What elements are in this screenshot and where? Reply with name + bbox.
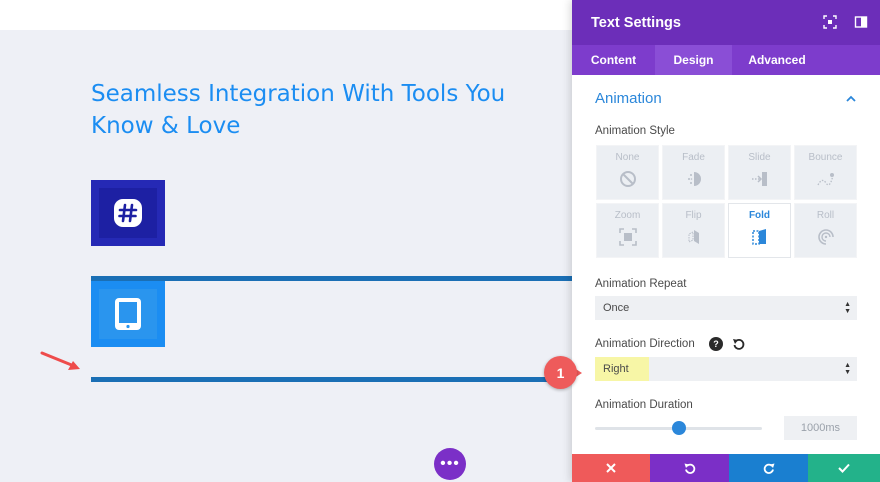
divider-bottom — [91, 377, 571, 382]
style-zoom-tile[interactable]: Zoom — [596, 203, 659, 258]
style-fade-tile[interactable]: Fade — [662, 145, 725, 200]
bounce-icon — [816, 173, 834, 186]
animation-repeat-label: Animation Repeat — [595, 278, 687, 290]
panel-header: Text Settings — [572, 0, 880, 45]
slack-icon — [114, 199, 142, 227]
panel-tabs: Content Design Advanced — [572, 45, 880, 75]
more-options-button[interactable]: ••• — [434, 448, 466, 480]
slack-blurb-icon-box[interactable] — [91, 180, 165, 246]
style-fold-label: Fold — [748, 210, 771, 221]
chevron-up-icon[interactable] — [846, 95, 856, 102]
undo-button[interactable] — [650, 454, 729, 482]
panel-body: Animation Animation Style None Fade Slid… — [572, 75, 880, 454]
style-flip-label: Flip — [685, 210, 702, 221]
style-bounce-label: Bounce — [808, 152, 843, 163]
tablet-blurb-inner — [99, 289, 157, 339]
style-zoom-label: Zoom — [614, 210, 641, 221]
discard-button[interactable] — [572, 454, 650, 482]
none-icon — [619, 171, 636, 187]
save-button[interactable] — [808, 454, 880, 482]
style-none-tile[interactable]: None — [596, 145, 659, 200]
callout-badge: 1 — [544, 356, 577, 389]
animation-repeat-value: Once — [603, 302, 630, 314]
text-settings-panel: Text Settings Content Design Advanced An… — [572, 0, 880, 482]
fade-icon — [687, 172, 701, 186]
style-roll-label: Roll — [816, 210, 835, 221]
tablet-icon — [115, 298, 141, 330]
animation-duration-label: Animation Duration — [595, 399, 693, 411]
pointer-arrow-icon — [40, 351, 80, 370]
zoom-icon — [618, 228, 637, 246]
style-slide-label: Slide — [748, 152, 771, 163]
panel-footer — [572, 454, 880, 482]
reset-icon[interactable] — [732, 337, 746, 351]
duration-slider-handle[interactable] — [671, 421, 686, 435]
redo-icon — [763, 463, 774, 474]
panel-title: Text Settings — [591, 14, 681, 31]
style-flip-tile[interactable]: Flip — [662, 203, 725, 258]
animation-style-label: Animation Style — [595, 125, 675, 137]
animation-direction-select[interactable]: Right ▲ ▼ — [595, 357, 857, 381]
help-icon[interactable]: ? — [709, 337, 723, 351]
slide-icon — [751, 172, 767, 186]
tablet-blurb-icon-box[interactable] — [91, 281, 165, 347]
tab-advanced[interactable]: Advanced — [732, 45, 822, 75]
more-options-label: ••• — [440, 455, 460, 472]
check-icon — [838, 463, 850, 473]
select-arrows-icon: ▲ ▼ — [844, 301, 851, 315]
animation-repeat-select[interactable]: Once ▲ ▼ — [595, 296, 857, 320]
style-none-label: None — [615, 152, 640, 163]
style-slide-tile[interactable]: Slide — [728, 145, 791, 200]
close-icon — [606, 463, 616, 473]
style-fade-label: Fade — [682, 152, 705, 163]
slack-blurb-inner — [99, 188, 157, 238]
duration-input[interactable]: 1000ms — [784, 416, 857, 440]
tab-content[interactable]: Content — [572, 45, 655, 75]
animation-section-title[interactable]: Animation — [595, 90, 662, 107]
redo-button[interactable] — [729, 454, 808, 482]
select-arrows-icon: ▲ ▼ — [844, 362, 851, 376]
sidebar-toggle-icon[interactable] — [854, 15, 868, 29]
style-bounce-tile[interactable]: Bounce — [794, 145, 857, 200]
focus-mode-icon[interactable] — [823, 15, 837, 29]
fold-icon — [751, 229, 766, 245]
tab-design[interactable]: Design — [655, 45, 732, 75]
module-heading[interactable]: Seamless Integration With Tools You Know… — [91, 78, 531, 142]
undo-icon — [684, 463, 695, 474]
animation-direction-value: Right — [595, 357, 649, 381]
style-fold-tile[interactable]: Fold — [728, 203, 791, 258]
style-roll-tile[interactable]: Roll — [794, 203, 857, 258]
animation-direction-label: Animation Direction — [595, 338, 695, 350]
roll-icon — [817, 229, 834, 245]
flip-icon — [688, 230, 699, 244]
